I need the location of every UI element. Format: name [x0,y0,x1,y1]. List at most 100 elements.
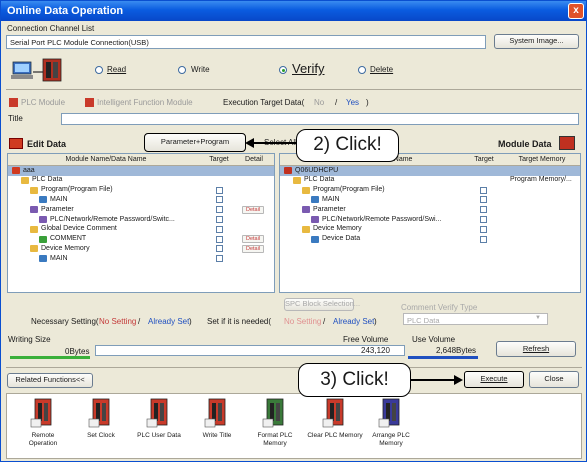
table-row[interactable]: COMMENT Detail [8,235,274,245]
program-icon [39,255,47,263]
related-function-2[interactable]: PLC User Data [129,397,189,440]
module-data-heading: Module Data [498,139,552,149]
row-name: PLC Data [32,176,63,184]
table-row[interactable]: Device Memory Detail [8,244,274,254]
table-row[interactable]: PLC/Network/Remote Password/Swi... [280,215,580,225]
target-checkbox[interactable] [480,225,487,233]
program-icon [311,235,319,243]
table-row[interactable]: PLC/Network/Remote Password/Switc... [8,215,274,225]
callout-step-3: 3) Click! [298,363,411,397]
detail-button[interactable]: Detail [242,244,264,253]
detail-button[interactable]: Detail [242,235,264,244]
related-function-6[interactable]: Arrange PLC Memory [361,397,421,448]
callout-arrow-line [253,142,296,144]
table-row[interactable]: Parameter Detail [8,205,274,215]
folder-icon [30,245,38,253]
row-name: Device Memory [313,225,362,233]
close-window-icon[interactable]: x [568,3,584,19]
set-if-needed-no-setting: No Setting [284,317,322,326]
folder-icon [302,225,310,233]
table-row[interactable]: Program(Program File) [8,186,274,196]
folder-icon [302,186,310,194]
use-volume-label: Use Volume [412,335,456,344]
chevron-down-icon[interactable]: ▼ [535,315,541,321]
target-checkbox[interactable] [480,235,487,243]
callout-arrow-icon [454,375,463,385]
table-row[interactable]: Program(Program File) [280,186,580,196]
spc-block-selection-button[interactable]: SPC Block Selection... [284,298,360,311]
target-checkbox[interactable] [480,206,487,214]
plc-module-tab[interactable]: PLC Module [21,98,65,107]
execute-button[interactable]: Execute [464,371,524,388]
comment-verify-type-label: Comment Verify Type [401,303,478,312]
target-checkbox[interactable] [216,186,223,194]
target-checkbox[interactable] [216,206,223,214]
delete-label: Delete [370,65,394,74]
intelligent-module-tab[interactable]: Intelligent Function Module [97,98,193,107]
folder-icon [293,176,301,184]
related-function-5[interactable]: Clear PLC Memory [305,397,365,440]
callout-arrow-icon [245,138,254,148]
target-checkbox[interactable] [216,225,223,233]
execution-target-close: ) [366,98,369,107]
edit-col-target: Target [209,156,229,163]
related-function-label: Format PLC Memory [257,432,293,447]
divider [6,89,582,90]
system-image-button[interactable]: System Image... [494,34,579,49]
row-name: COMMENT [50,235,87,243]
related-function-1[interactable]: Set Clock [71,397,131,440]
table-row[interactable]: Device Data [280,235,580,245]
table-row[interactable]: Q06UDHCPU [280,166,580,176]
related-functions-button[interactable]: Related Functions<< [7,373,93,388]
related-function-4[interactable]: Format PLC Memory [245,397,305,448]
table-row[interactable]: Device Memory [280,225,580,235]
plc-user-data-icon [144,397,174,429]
target-checkbox[interactable] [216,245,223,253]
verify-radio[interactable] [279,66,287,74]
close-button[interactable]: Close [529,371,579,388]
table-row[interactable]: Global Device Comment [8,225,274,235]
target-checkbox[interactable] [216,255,223,263]
arrange-plc-memory-icon [376,397,406,429]
necessary-no-setting: No Setting [99,317,137,326]
execution-target-no: No [314,98,325,107]
table-row[interactable]: aaa [8,166,274,176]
table-row[interactable]: MAIN [280,195,580,205]
necessary-slash: / [138,317,141,326]
table-row[interactable]: PLC Data Program Memory/... [280,176,580,186]
remote-operation-icon [28,397,58,429]
online-data-operation-window: Online Data Operation x Connection Chann… [0,0,587,462]
module-data-grid: Module Name/Data Name Target Target Memo… [279,153,581,293]
related-function-3[interactable]: Write Title [187,397,247,440]
target-checkbox[interactable] [480,186,487,194]
row-name: PLC/Network/Remote Password/Swi... [322,215,442,223]
folder-icon [21,176,29,184]
target-checkbox[interactable] [216,196,223,204]
row-name: Device Data [322,235,361,243]
set-if-needed-label: Set if it is needed( [207,317,272,326]
target-memory: Program Memory/... [510,176,572,184]
target-checkbox[interactable] [216,216,223,223]
table-row[interactable]: PLC Data [8,176,274,186]
table-row[interactable]: MAIN [8,195,274,205]
detail-button[interactable]: Detail [242,205,264,214]
delete-radio[interactable] [358,66,366,74]
comment-verify-type-select[interactable]: PLC Data [403,313,548,325]
set-if-needed-slash: / [323,317,326,326]
target-checkbox[interactable] [480,196,487,204]
refresh-button[interactable]: Refresh [496,341,576,357]
related-function-0[interactable]: Remote Operation [13,397,73,448]
parameter-program-button[interactable]: Parameter+Program [144,133,246,152]
title-input[interactable] [61,113,579,125]
necessary-close: ) [189,317,192,326]
write-radio[interactable] [178,66,186,74]
read-radio[interactable] [95,66,103,74]
table-row[interactable]: MAIN [8,254,274,264]
table-row[interactable]: Parameter [280,205,580,215]
row-name: aaa [23,166,35,174]
target-checkbox[interactable] [480,216,487,223]
target-checkbox[interactable] [216,235,223,243]
related-function-label: PLC User Data [137,432,181,439]
row-name: Program(Program File) [313,186,385,194]
edit-data-grid: Module Name/Data Name Target Detail aaa P… [7,153,275,293]
